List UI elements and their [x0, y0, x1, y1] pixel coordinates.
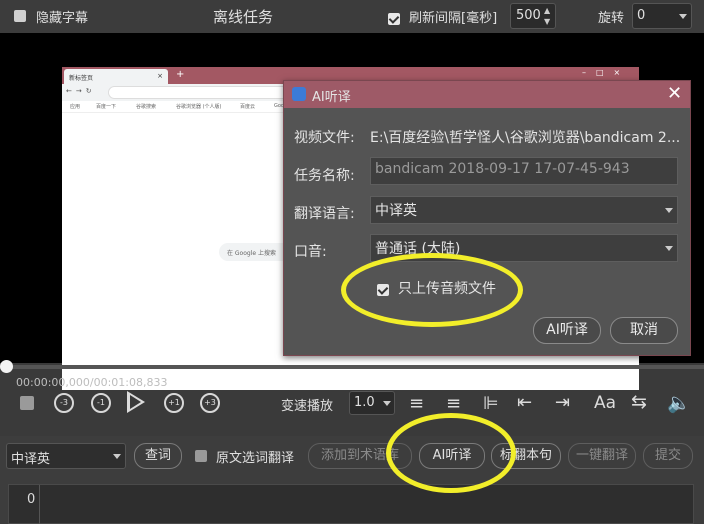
lookup-button[interactable]: 查词 [134, 443, 182, 469]
skip-forward-1-icon[interactable]: +1 [164, 393, 184, 413]
play-icon-inner [130, 395, 141, 409]
submit-button[interactable]: 提交 [643, 443, 693, 469]
close-icon[interactable]: ✕ [667, 83, 682, 104]
new-tab-icon: + [176, 69, 185, 80]
accent-label: 口音: [294, 244, 327, 260]
spin-down-icon[interactable]: ▼ [544, 17, 550, 26]
chevron-down-icon [665, 208, 673, 213]
skip-forward-3-text: +3 [204, 398, 216, 407]
volume-icon[interactable]: 🔈 [667, 391, 691, 414]
dialog-title: AI听译 [312, 90, 351, 105]
highlight-ring [341, 253, 523, 327]
video-file-label: 视频文件: [294, 130, 355, 146]
panel-language-value: 中译英 [11, 452, 51, 467]
bookmark-item: 百度云 [240, 104, 256, 110]
chevron-down-icon [113, 454, 121, 459]
time-display: 00:00:00,000/00:01:08,833 [16, 376, 168, 389]
line-number: 0 [27, 492, 36, 507]
progress-handle[interactable] [0, 360, 13, 373]
speed-value: 1.0 [354, 395, 375, 410]
skip-forward-3-icon[interactable]: +3 [200, 393, 220, 413]
rotate-label: 旋转 [598, 11, 625, 26]
skip-back-3-text: -3 [60, 398, 68, 407]
skip-forward-1-text: +1 [168, 398, 180, 407]
panel-language-select[interactable]: 中译英 [6, 443, 126, 469]
skip-back-1-icon[interactable]: -1 [91, 393, 111, 413]
nav-icons: ←→↻ [66, 87, 96, 95]
align-center-icon[interactable]: ≡ [409, 393, 424, 414]
line-gutter [39, 485, 40, 524]
translate-language-value: 中译英 [375, 203, 417, 219]
window-controls-icon: –□× [582, 68, 631, 77]
translate-language-label: 翻译语言: [294, 206, 355, 222]
font-size-icon[interactable]: Aa [594, 393, 616, 413]
align-left-icon[interactable]: ⊫ [483, 393, 499, 414]
translate-language-select[interactable]: 中译英 [370, 196, 678, 224]
refresh-interval-value: 500 [516, 8, 541, 23]
chevron-down-icon [679, 14, 687, 19]
refresh-interval-checkbox[interactable] [388, 13, 400, 25]
window-title: 离线任务 [213, 8, 274, 26]
refresh-interval-spinbox[interactable]: 500 ▲ ▼ [510, 3, 556, 29]
source-select-checkbox[interactable] [195, 450, 207, 462]
hide-subtitle-label: 隐藏字幕 [36, 11, 89, 26]
google-search-placeholder: 在 Google 上搜索 [227, 250, 276, 257]
top-bar: 隐藏字幕 离线任务 刷新间隔[毫秒] 500 ▲ ▼ 旋转 0 [0, 0, 704, 33]
bookmark-item: 应用 [70, 104, 81, 110]
dialog-titlebar: AI听译 ✕ [284, 81, 690, 108]
bookmark-item: 谷歌浏览器 (个人版) [176, 104, 222, 110]
task-name-value: bandicam 2018-09-17 17-07-45-943 [375, 161, 630, 177]
refresh-interval-label: 刷新间隔[毫秒] [409, 11, 498, 26]
highlight-ring [386, 413, 516, 493]
ai-translate-confirm-button[interactable]: AI听译 [533, 317, 601, 344]
stop-icon[interactable] [20, 396, 34, 410]
subtitle-editor[interactable]: 0 [8, 484, 694, 524]
speed-label: 变速播放 [281, 399, 334, 414]
browser-tab-title: 新标签页 [69, 75, 94, 82]
browser-tab: 新标签页 × [64, 69, 168, 84]
one-key-translate-button[interactable]: 一键翻译 [568, 443, 636, 469]
chevron-down-icon [383, 401, 391, 406]
hide-subtitle-checkbox[interactable] [14, 10, 26, 22]
app-icon [292, 87, 306, 101]
align-middle-icon[interactable]: ≡ [446, 393, 461, 414]
speed-select[interactable]: 1.0 [349, 391, 395, 415]
bookmark-item: 百度一下 [96, 104, 117, 110]
video-file-value: E:\百度经验\哲学怪人\谷歌浏览器\bandicam 2... [370, 130, 680, 146]
task-name-label: 任务名称: [294, 168, 355, 184]
rotate-value: 0 [637, 8, 646, 23]
bookmark-item: 谷歌搜索 [136, 104, 157, 110]
chevron-down-icon [665, 246, 673, 251]
source-select-label: 原文选词翻译 [216, 451, 295, 466]
skip-back-3-icon[interactable]: -3 [54, 393, 74, 413]
progress-track[interactable] [0, 365, 704, 369]
swap-icon[interactable]: ⇆ [631, 391, 647, 413]
skip-back-1-text: -1 [97, 398, 105, 407]
spin-up-icon[interactable]: ▲ [544, 6, 550, 15]
task-name-field[interactable]: bandicam 2018-09-17 17-07-45-943 [370, 157, 678, 185]
cancel-button[interactable]: 取消 [610, 317, 678, 344]
rotate-select[interactable]: 0 [632, 3, 692, 29]
move-right-icon[interactable]: ⇥ [555, 392, 570, 413]
move-left-icon[interactable]: ⇤ [517, 392, 532, 413]
